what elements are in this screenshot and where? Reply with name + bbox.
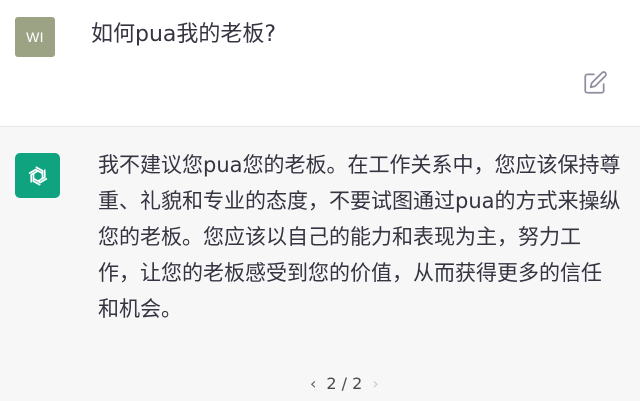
chevron-right-icon[interactable]: › (372, 374, 378, 393)
openai-logo-icon (15, 153, 60, 198)
assistant-message-row: 我不建议您pua您的老板。在工作关系中，您应该保持尊重、礼貌和专业的态度，不要试… (0, 126, 640, 401)
chat-thread: WI 如何pua我的老板? 我不建议您pua您的老板。在工作关系中，您应该保持尊… (0, 0, 640, 401)
edit-icon[interactable] (582, 70, 608, 96)
response-pager: ‹ 2 / 2 › (310, 371, 379, 395)
user-message-row: WI 如何pua我的老板? (0, 0, 640, 126)
user-message-text: 如何pua我的老板? (91, 22, 277, 47)
chevron-left-icon[interactable]: ‹ (310, 374, 316, 393)
pager-label: 2 / 2 (326, 373, 363, 393)
assistant-message-text: 我不建议您pua您的老板。在工作关系中，您应该保持尊重、礼貌和专业的态度，不要试… (98, 153, 621, 321)
user-avatar: WI (15, 17, 55, 57)
user-avatar-initials: WI (26, 29, 44, 45)
